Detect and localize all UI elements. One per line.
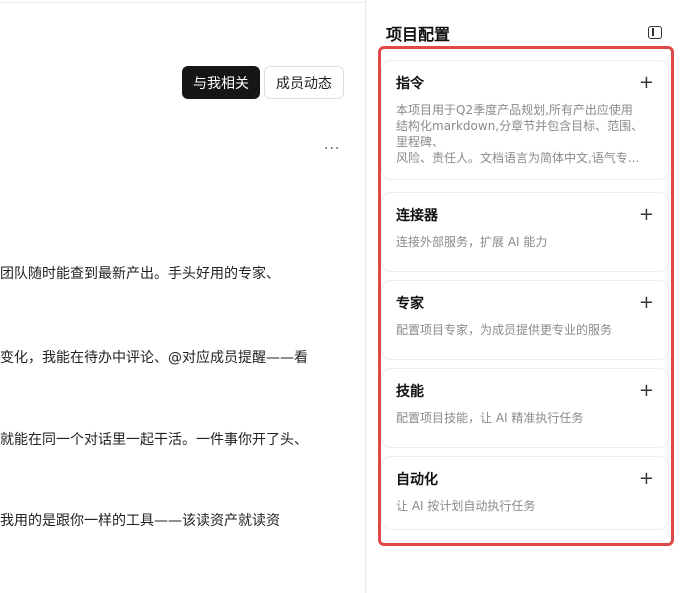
app-window: 与我相关 成员动态 ··· 团队随时能查到最新产出。手头好用的专家、 变化，我能… [0, 0, 681, 593]
card-title: 指令 [396, 76, 424, 92]
card-title: 连接器 [396, 208, 438, 224]
tab-related-to-me[interactable]: 与我相关 [182, 66, 260, 99]
description-line: 里程碑、 [396, 135, 445, 149]
add-connector-plus-icon[interactable]: + [639, 206, 654, 224]
top-divider [0, 2, 365, 3]
conversation-pane: 与我相关 成员动态 ··· 团队随时能查到最新产出。手头好用的专家、 变化，我能… [0, 0, 366, 593]
config-card-connectors[interactable]: 连接器 + 连接外部服务，扩展 AI 能力 [381, 192, 669, 272]
card-description: 配置项目技能，让 AI 精准执行任务 [396, 410, 654, 426]
description-line: 结构化markdown,分章节并包含目标、范围、 [396, 119, 644, 133]
card-description: 本项目用于Q2季度产品规划,所有产出应使用 结构化markdown,分章节并包含… [396, 102, 654, 166]
tab-member-activity[interactable]: 成员动态 [264, 66, 344, 99]
description-line: 风险、责任人。文档语言为简体中文,语气专... [396, 151, 640, 165]
project-config-panel: 项目配置 指令 + 本项目用于Q2季度产品规划,所有产出应使用 结构化markd… [366, 0, 681, 593]
sidebar-toggle-icon[interactable] [648, 26, 662, 39]
add-instructions-plus-icon[interactable]: + [639, 74, 654, 92]
description-line: 让 AI 按计划自动执行任务 [396, 499, 536, 513]
config-card-skills[interactable]: 技能 + 配置项目技能，让 AI 精准执行任务 [381, 368, 669, 448]
card-description: 配置项目专家，为成员提供更专业的服务 [396, 322, 654, 338]
panel-title: 项目配置 [386, 25, 451, 44]
description-line: 配置项目专家，为成员提供更专业的服务 [396, 323, 613, 337]
activity-tabs: 与我相关 成员动态 [182, 66, 344, 99]
add-automation-plus-icon[interactable]: + [639, 470, 654, 488]
config-card-instructions[interactable]: 指令 + 本项目用于Q2季度产品规划,所有产出应使用 结构化markdown,分… [381, 60, 669, 180]
add-expert-plus-icon[interactable]: + [639, 294, 654, 312]
card-description: 连接外部服务，扩展 AI 能力 [396, 234, 654, 250]
description-line: 配置项目技能，让 AI 精准执行任务 [396, 411, 584, 425]
card-title: 自动化 [396, 472, 438, 488]
description-line: 本项目用于Q2季度产品规划,所有产出应使用 [396, 103, 633, 117]
message-text: 就能在同一个对话里一起干活。一件事你开了头、 [0, 432, 308, 448]
message-text: 变化，我能在待办中评论、@对应成员提醒——看 [0, 350, 308, 366]
config-card-experts[interactable]: 专家 + 配置项目专家，为成员提供更专业的服务 [381, 280, 669, 360]
card-title: 专家 [396, 296, 424, 312]
card-title: 技能 [396, 384, 424, 400]
config-card-automation[interactable]: 自动化 + 让 AI 按计划自动执行任务 [381, 456, 669, 530]
description-line: 连接外部服务，扩展 AI 能力 [396, 235, 548, 249]
message-text: 团队随时能查到最新产出。手头好用的专家、 [0, 266, 280, 282]
message-text: 我用的是跟你一样的工具——该读资产就读资 [0, 513, 280, 529]
card-description: 让 AI 按计划自动执行任务 [396, 498, 654, 514]
add-skill-plus-icon[interactable]: + [639, 382, 654, 400]
more-options-icon[interactable]: ··· [324, 142, 340, 156]
